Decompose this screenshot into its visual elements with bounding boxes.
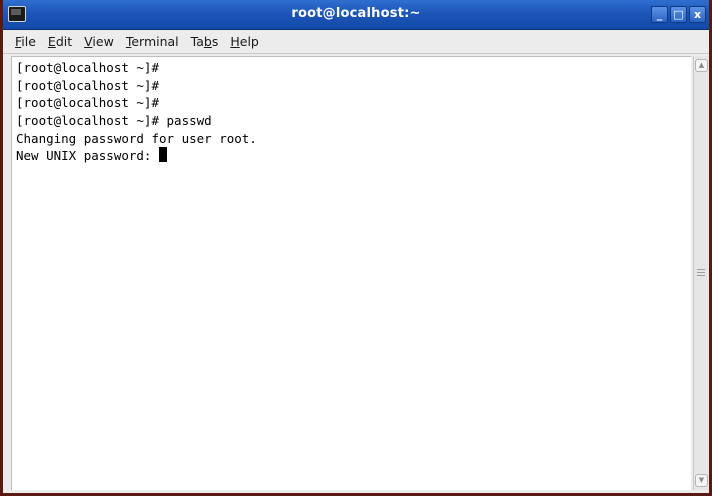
terminal-prompt-line: New UNIX password: [16, 147, 691, 165]
menu-edit[interactable]: Edit [42, 31, 78, 53]
terminal-line: Changing password for user root. [16, 130, 257, 146]
maximize-icon[interactable]: □ [670, 6, 687, 23]
scroll-up-arrow-icon[interactable]: ▲ [695, 59, 708, 72]
password-prompt: New UNIX password: [16, 148, 159, 164]
menu-file[interactable]: File [9, 31, 42, 53]
window-controls: _ □ x [651, 6, 706, 23]
vertical-scrollbar[interactable]: ▲ ▼ [693, 56, 709, 490]
terminal-line: [root@localhost ~]# [16, 60, 159, 75]
terminal-window: root@localhost:~ _ □ x File Edit View Te… [0, 0, 712, 496]
scrollbar-grip-icon[interactable] [697, 269, 705, 276]
scroll-down-arrow-icon[interactable]: ▼ [695, 474, 708, 487]
window-title: root@localhost:~ [291, 6, 421, 21]
terminal-line: [root@localhost ~]# [16, 77, 159, 93]
terminal-line: [root@localhost ~]# passwd [16, 113, 212, 129]
menu-help[interactable]: Help [224, 31, 265, 53]
text-cursor [159, 147, 167, 163]
menu-bar: File Edit View Terminal Tabs Help [3, 30, 709, 54]
terminal-output-area[interactable]: [root@localhost ~]# [root@localhost ~]# … [11, 56, 691, 490]
close-icon[interactable]: x [689, 6, 706, 23]
terminal-line: [root@localhost ~]# [16, 95, 159, 111]
title-bar[interactable]: root@localhost:~ _ □ x [3, 0, 709, 30]
menu-view[interactable]: View [78, 31, 120, 53]
menu-tabs[interactable]: Tabs [185, 31, 225, 53]
menu-terminal[interactable]: Terminal [120, 31, 185, 53]
minimize-icon[interactable]: _ [651, 6, 668, 23]
